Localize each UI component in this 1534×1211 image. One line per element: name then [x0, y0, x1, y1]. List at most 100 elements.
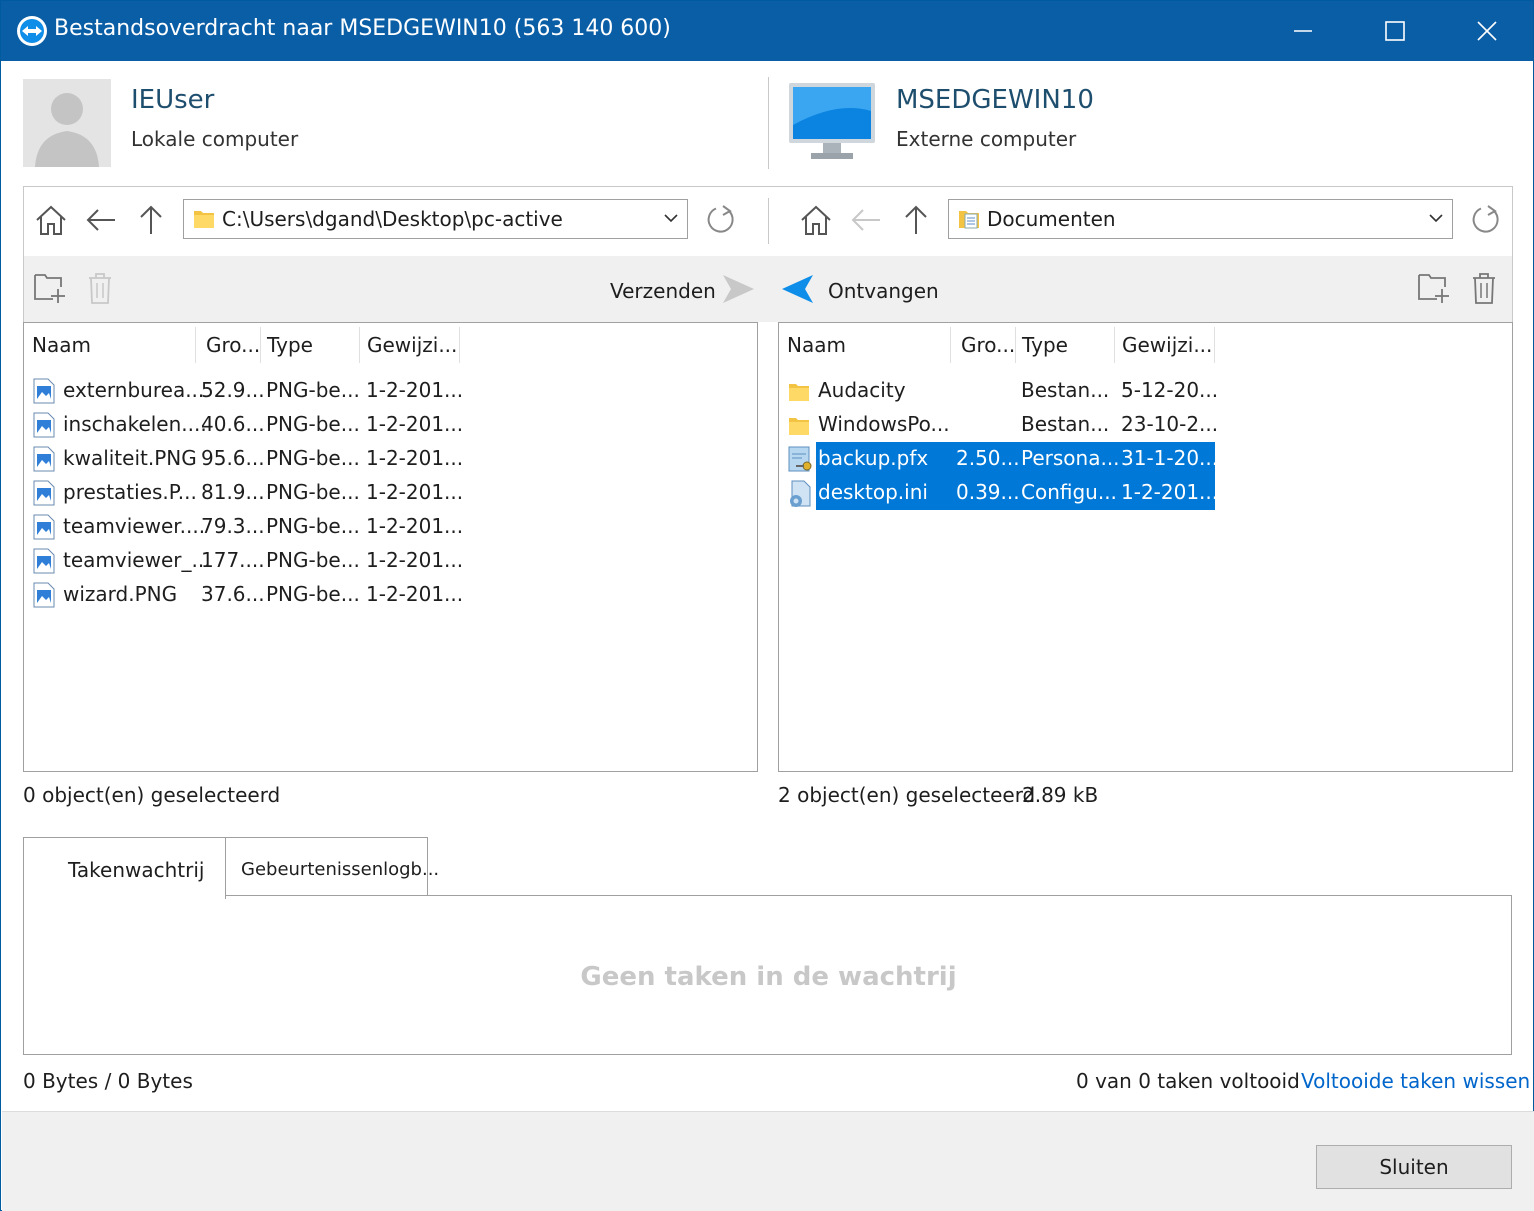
local-col-type[interactable]: Type — [267, 333, 313, 373]
chevron-down-icon — [1429, 214, 1443, 223]
window-title: Bestandsoverdracht naar MSEDGEWIN10 (563… — [54, 16, 671, 41]
remote-file-row[interactable]: backup.pfx 2.50... Persona... 31-1-20... — [779, 442, 1479, 476]
file-modified: 1-2-201... — [366, 378, 464, 402]
maximize-button[interactable] — [1349, 1, 1441, 61]
column-divider — [950, 327, 951, 363]
remote-path-select[interactable]: Documenten — [948, 199, 1453, 239]
remote-refresh-icon[interactable] — [1467, 202, 1503, 238]
remote-new-folder-icon[interactable] — [1417, 271, 1451, 305]
local-file-row[interactable]: teamviewer.... 79.3... PNG-be... 1-2-201... — [24, 510, 724, 544]
header-divider — [768, 77, 769, 169]
file-modified: 1-2-201... — [366, 548, 464, 572]
file-size: 177.... — [201, 548, 265, 572]
close-button[interactable]: Sluiten — [1316, 1145, 1512, 1189]
file-size: 52.9... — [201, 378, 265, 402]
local-file-list[interactable]: Naam Gro... Type Gewijzi... externburea.… — [23, 322, 758, 772]
task-queue-panel: Geen taken in de wachtrij — [23, 895, 1512, 1055]
local-file-row[interactable]: teamviewer_... 177.... PNG-be... 1-2-201... — [24, 544, 724, 578]
file-name: externburea... — [63, 378, 205, 402]
local-file-row[interactable]: inschakelen.... 40.6... PNG-be... 1-2-201..… — [24, 408, 724, 442]
file-modified: 1-2-201... — [366, 582, 464, 606]
column-divider — [195, 327, 196, 363]
local-up-icon[interactable] — [133, 202, 169, 238]
folder-icon — [788, 412, 810, 438]
local-user-subtitle: Lokale computer — [131, 127, 299, 151]
image-file-icon — [33, 582, 55, 608]
documents-folder-icon — [959, 211, 979, 229]
tab-task-queue[interactable]: Takenwachtrij — [23, 837, 226, 899]
local-home-icon[interactable] — [33, 202, 69, 238]
clear-completed-link[interactable]: Voltooide taken wissen — [1301, 1069, 1530, 1093]
remote-up-icon[interactable] — [898, 202, 934, 238]
title-bar[interactable]: Bestandsoverdracht naar MSEDGEWIN10 (563… — [1, 1, 1533, 61]
file-modified: 1-2-201... — [366, 480, 464, 504]
remote-col-type[interactable]: Type — [1022, 333, 1068, 373]
tab-event-log[interactable]: Gebeurtenissenlogb... — [225, 837, 439, 897]
remote-file-list[interactable]: Naam Gro... Type Gewijzi... Audacity Best… — [778, 322, 1513, 772]
tab-task-queue-label: Takenwachtrij — [68, 858, 205, 882]
remote-file-row[interactable]: desktop.ini 0.39... Configu... 1-2-201... — [779, 476, 1479, 510]
local-back-icon[interactable] — [83, 202, 119, 238]
local-file-row[interactable]: prestaties.P... 81.9... PNG-be... 1-2-201..… — [24, 476, 724, 510]
file-type: Bestan... — [1021, 378, 1110, 402]
file-type: PNG-be... — [266, 412, 360, 436]
local-col-modified[interactable]: Gewijzi... — [367, 333, 457, 373]
file-size: 37.6... — [201, 582, 265, 606]
remote-delete-icon[interactable] — [1467, 271, 1501, 305]
image-file-icon — [33, 514, 55, 540]
image-file-icon — [33, 378, 55, 404]
image-file-icon — [33, 446, 55, 472]
receive-label[interactable]: Ontvangen — [828, 279, 939, 303]
remote-computer-monitor-icon — [787, 81, 877, 165]
file-type: PNG-be... — [266, 480, 360, 504]
send-label[interactable]: Verzenden — [610, 279, 716, 303]
remote-back-icon[interactable] — [848, 202, 884, 238]
local-user-name: IEUser — [131, 85, 215, 115]
file-modified: 1-2-201... — [366, 514, 464, 538]
file-modified: 23-10-2... — [1121, 412, 1219, 436]
file-name: teamviewer.... — [63, 514, 206, 538]
file-size: 0.39... — [956, 480, 1020, 504]
column-divider — [459, 327, 460, 363]
receive-arrow-icon[interactable] — [781, 272, 815, 306]
remote-col-size[interactable]: Gro... — [961, 333, 1015, 373]
close-window-button[interactable] — [1441, 1, 1533, 61]
remote-col-modified[interactable]: Gewijzi... — [1122, 333, 1212, 373]
remote-home-icon[interactable] — [798, 202, 834, 238]
file-modified: 1-2-201... — [366, 412, 464, 436]
file-modified: 31-1-20... — [1121, 446, 1219, 470]
local-path-select[interactable]: C:\Users\dgand\Desktop\pc-active — [183, 199, 688, 239]
file-name: teamviewer_... — [63, 548, 211, 572]
file-name: WindowsPo... — [818, 412, 950, 436]
file-transfer-window: Bestandsoverdracht naar MSEDGEWIN10 (563… — [0, 0, 1534, 1211]
file-size: 81.9... — [201, 480, 265, 504]
action-bar — [23, 256, 1513, 322]
file-size: 79.3... — [201, 514, 265, 538]
local-file-row[interactable]: kwaliteit.PNG 95.6... PNG-be... 1-2-201... — [24, 442, 724, 476]
folder-icon — [194, 211, 214, 228]
file-modified: 1-2-201... — [1121, 480, 1219, 504]
image-file-icon — [33, 412, 55, 438]
remote-file-row[interactable]: Audacity Bestan... 5-12-20... — [779, 374, 1479, 408]
minimize-button[interactable] — [1257, 1, 1349, 61]
remote-selection-size: 2.89 kB — [1022, 783, 1099, 807]
file-type: Persona... — [1021, 446, 1120, 470]
local-delete-icon[interactable] — [83, 271, 117, 305]
local-refresh-icon[interactable] — [702, 202, 738, 238]
local-col-name[interactable]: Naam — [32, 333, 91, 373]
file-type: Bestan... — [1021, 412, 1110, 436]
navigation-divider — [768, 198, 769, 244]
certificate-file-icon — [788, 446, 812, 472]
empty-queue-message: Geen taken in de wachtrij — [580, 962, 957, 992]
file-type: PNG-be... — [266, 582, 360, 606]
remote-col-name[interactable]: Naam — [787, 333, 846, 373]
local-new-folder-icon[interactable] — [33, 271, 67, 305]
file-name: kwaliteit.PNG — [63, 446, 197, 470]
send-arrow-icon[interactable] — [721, 272, 755, 306]
transfer-bytes: 0 Bytes / 0 Bytes — [23, 1069, 193, 1093]
local-col-size[interactable]: Gro... — [206, 333, 260, 373]
local-file-row[interactable]: externburea... 52.9... PNG-be... 1-2-201... — [24, 374, 724, 408]
local-file-row[interactable]: wizard.PNG 37.6... PNG-be... 1-2-201... — [24, 578, 724, 612]
remote-file-row[interactable]: WindowsPo... Bestan... 23-10-2... — [779, 408, 1479, 442]
file-name: desktop.ini — [818, 480, 928, 504]
